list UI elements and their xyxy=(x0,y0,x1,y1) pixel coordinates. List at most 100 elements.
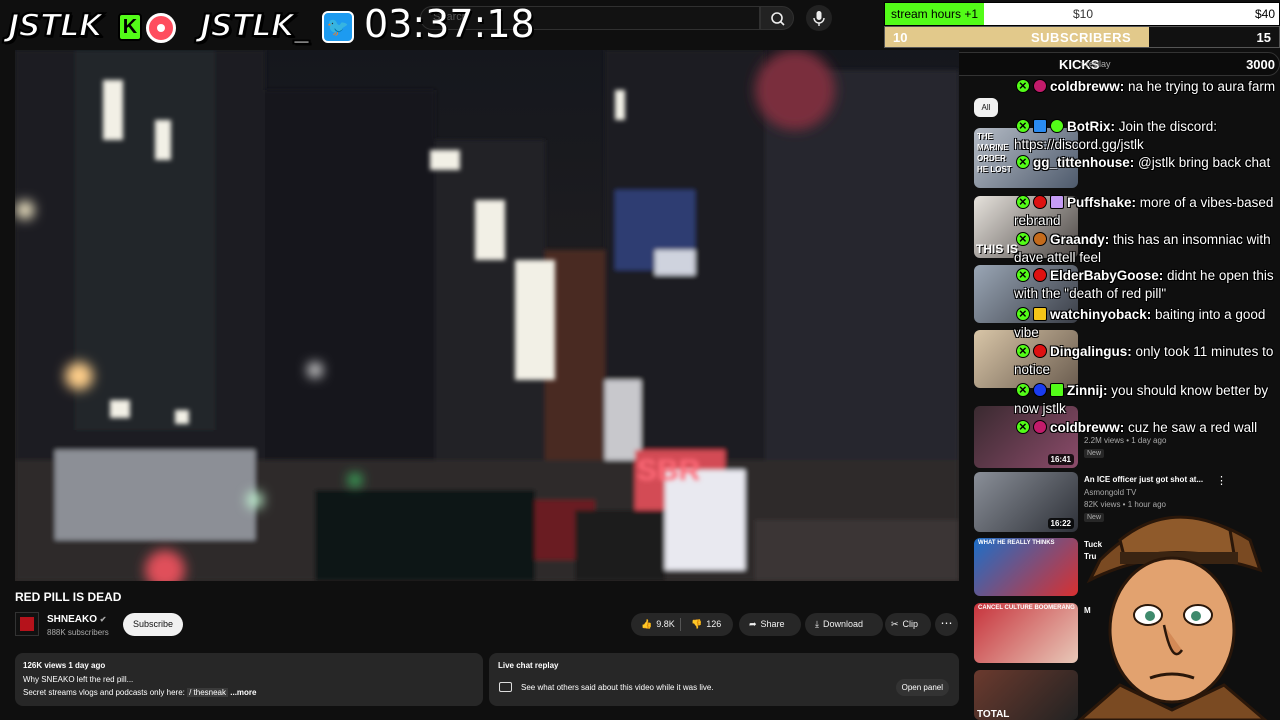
chat-username: BotRix: xyxy=(1067,119,1115,134)
open-panel-button[interactable]: Open panel xyxy=(895,679,949,696)
detective-mascot-image xyxy=(1077,515,1268,720)
rec-6-title[interactable]: An ICE officer just got shot at... xyxy=(1084,475,1203,484)
live-chat-replay-box: Live chat replay See what others said ab… xyxy=(489,653,959,706)
chat-message: ElderBabyGoose: didnt he open this with … xyxy=(1014,266,1278,302)
rec-6-menu-icon[interactable]: ⋮ xyxy=(1216,474,1227,487)
description-line-1: Why SNEAKO left the red pill... xyxy=(23,675,134,684)
rec-6-channel[interactable]: Asmongold TV xyxy=(1084,488,1136,497)
chat-username: coldbreww: xyxy=(1050,420,1125,435)
description-line-2-text: Secret streams vlogs and podcasts only h… xyxy=(23,688,185,697)
chat-message: Zinnij: you should know better by now js… xyxy=(1014,381,1278,417)
kick-badge-icon xyxy=(1016,77,1030,95)
rec-5-duration: 16:41 xyxy=(1047,454,1074,465)
channel-subscriber-count: 888K subscribers xyxy=(47,628,109,637)
chat-message: Graandy: this has an insomniac with dave… xyxy=(1014,230,1278,266)
thumbs-down-icon: 👎 xyxy=(691,619,703,629)
bot-badge-icon xyxy=(1033,119,1047,133)
search-button[interactable] xyxy=(760,6,794,30)
views-and-date: 126K views 1 day ago xyxy=(23,661,106,670)
search-icon xyxy=(771,12,785,26)
stream-hours-goal: stream hours +1 $10 $40 xyxy=(884,2,1280,26)
chat-username: Dingalingus: xyxy=(1050,344,1132,359)
dislike-button[interactable]: 👎 126 xyxy=(687,613,721,636)
download-icon: ⤓ xyxy=(815,619,819,629)
chat-message: Dingalingus: only took 11 minutes to not… xyxy=(1014,342,1278,378)
share-label: Share xyxy=(760,619,785,629)
jstlk-twitter-logo: JSTLK_ xyxy=(199,7,310,45)
download-button[interactable]: ⤓ Download xyxy=(805,613,883,636)
svg-text:SBR: SBR xyxy=(637,454,701,487)
chat-username: coldbreww: xyxy=(1050,79,1125,94)
filter-chip-all[interactable]: All xyxy=(974,98,998,117)
chat-username: Puffshake: xyxy=(1067,195,1137,210)
chat-overlay: coldbreww: na he trying to aura farm Bot… xyxy=(1014,77,1280,438)
chat-message: coldbreww: cuz he saw a red wall xyxy=(1014,418,1278,437)
kick-logo-icon: K xyxy=(118,13,142,41)
kick-badge-icon xyxy=(1016,193,1030,211)
download-label: Download xyxy=(822,619,864,629)
like-count: 9.8K xyxy=(656,619,675,629)
chat-text: cuz he saw a red wall xyxy=(1124,420,1258,435)
stream-hours-label: stream hours +1 xyxy=(891,7,979,21)
share-button[interactable]: ➦ Share xyxy=(739,613,801,636)
show-more-link[interactable]: ...more xyxy=(230,688,256,697)
chat-message: coldbreww: na he trying to aura farm xyxy=(1014,77,1278,96)
chat-message: gg_tittenhouse: @jstlk bring back chat xyxy=(1014,153,1278,172)
jstlk-logo: JSTLK xyxy=(7,7,104,45)
rec-5-new-badge: New xyxy=(1084,449,1105,458)
like-dislike-group: 👍 9.8K 👎 126 xyxy=(631,613,733,636)
video-title: RED PILL IS DEAD xyxy=(15,590,122,604)
chat-message: Puffshake: more of a vibes-based rebrand xyxy=(1014,193,1278,229)
chat-username: watchinyoback: xyxy=(1050,307,1152,322)
clip-button[interactable]: ✂ Clip xyxy=(885,613,931,636)
live-chat-heading: Live chat replay xyxy=(498,661,559,670)
gift-badge-icon xyxy=(1050,195,1064,209)
user-badge-icon xyxy=(1033,232,1047,246)
share-icon: ➦ xyxy=(749,619,757,629)
chat-text: @jstlk bring back chat xyxy=(1134,155,1271,170)
stream-hours-mid-mark: $10 xyxy=(1073,7,1094,21)
kick-badge-icon xyxy=(1016,418,1030,436)
subscribers-current: 10 xyxy=(893,30,908,45)
kick-badge-icon xyxy=(1016,230,1030,248)
user-badge-icon xyxy=(1033,195,1047,209)
user-badge-icon xyxy=(1033,383,1047,397)
scissors-icon: ✂ xyxy=(891,619,899,629)
voice-search-button[interactable] xyxy=(806,5,832,31)
subscribe-button[interactable]: Subscribe xyxy=(123,613,183,636)
chat-icon xyxy=(499,682,512,692)
like-button[interactable]: 👍 9.8K xyxy=(631,619,675,629)
chat-text: na he trying to aura farm xyxy=(1124,79,1276,94)
chat-message: BotRix: Join the discord: https://discor… xyxy=(1014,117,1278,153)
more-actions-button[interactable]: ⋯ xyxy=(935,613,958,636)
rec-7-thumb-text: WHAT HE REALLY THINKS xyxy=(978,540,1055,546)
kick-badge-icon xyxy=(1016,153,1030,171)
clip-label: Clip xyxy=(902,619,919,629)
video-player[interactable]: SBR xyxy=(15,50,959,581)
channel-name[interactable]: SHNEAKO ✔ xyxy=(47,614,107,625)
subscribers-label: SUBSCRIBERS xyxy=(1031,30,1132,45)
kick-badge-icon xyxy=(1016,381,1030,399)
screen: Search JSTLK K JSTLK_ 🐦 03:37:18 stream … xyxy=(0,0,1280,720)
twitter-icon: 🐦 xyxy=(322,11,354,43)
thumbs-up-icon: 👍 xyxy=(641,619,653,629)
description-link[interactable]: / thesneak xyxy=(187,688,229,697)
verified-icon: ✔ xyxy=(99,615,107,624)
microphone-icon xyxy=(813,11,825,26)
rec-9-thumb-text: TOTAL xyxy=(977,709,1010,720)
chat-username: gg_tittenhouse: xyxy=(1033,155,1135,170)
rec-thumbnail-1-text: THE MARINE ORDER HE LOST xyxy=(977,132,1012,174)
crown-badge-icon xyxy=(1033,307,1047,321)
subscribers-target: 15 xyxy=(1256,30,1271,45)
description-box[interactable]: 126K views 1 day ago Why SNEAKO left the… xyxy=(15,653,483,706)
channel-avatar[interactable] xyxy=(15,612,39,636)
kick-badge-icon xyxy=(1016,266,1030,284)
kick-badge-icon xyxy=(1016,342,1030,360)
like-divider xyxy=(680,618,681,631)
user-badge-icon xyxy=(1033,344,1047,358)
description-line-2: Secret streams vlogs and podcasts only h… xyxy=(23,688,256,697)
chat-message: watchinyoback: baiting into a good vibe xyxy=(1014,305,1278,341)
user-badge-icon xyxy=(1033,420,1047,434)
kick-badge-icon xyxy=(1016,117,1030,135)
video-frame-city-night: SBR xyxy=(15,50,959,581)
